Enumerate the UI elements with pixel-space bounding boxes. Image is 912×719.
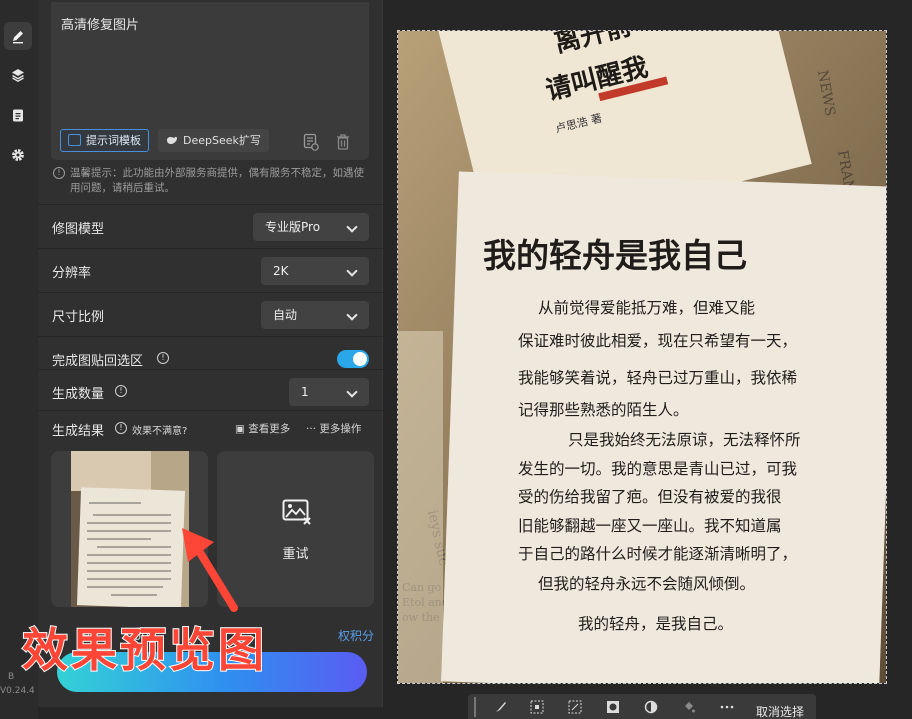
expand-icon[interactable] (568, 700, 582, 714)
chevron-down-icon (346, 309, 358, 321)
service-hint: ! 温馨提示：此功能由外部服务商提供，偶有服务不稳定，如遇使用问题，请稍后重试。 (53, 166, 368, 196)
svg-text:记得那些熟悉的陌生人。: 记得那些熟悉的陌生人。 (518, 401, 689, 419)
svg-text:只是我始终无法原谅，无法释怀所: 只是我始终无法原谅，无法释怀所 (568, 431, 801, 449)
help-icon[interactable]: ! (115, 422, 127, 434)
brush-icon[interactable] (494, 700, 508, 714)
see-more-link[interactable]: ▣ 查看更多 (235, 421, 290, 436)
layers-tool[interactable] (4, 61, 32, 89)
model-select[interactable]: 专业版Pro (253, 213, 369, 241)
layers-icon (12, 69, 24, 83)
svg-text:我的轻舟，是我自己。: 我的轻舟，是我自己。 (578, 615, 733, 633)
trash-icon[interactable] (335, 133, 351, 151)
svg-text:保证难时彼此相爱，现在只希望有一天，: 保证难时彼此相爱，现在只希望有一天， (518, 332, 797, 350)
deepseek-whale-icon (167, 136, 177, 144)
resolution-select[interactable]: 2K (261, 257, 369, 285)
help-icon[interactable]: ! (115, 385, 127, 397)
cancel-selection-button[interactable]: 取消选择 (756, 703, 804, 719)
warning-icon: ! (53, 167, 65, 179)
svg-text:发生的一切。我的意思是青山已过，可我: 发生的一切。我的意思是青山已过，可我 (518, 459, 797, 478)
toggle-knob (353, 352, 367, 366)
svg-text:旧能够翻越一座又一座山。我不知道属: 旧能够翻越一座又一座山。我不知道属 (518, 517, 782, 535)
prompt-textarea[interactable]: 高清修复图片 提示词模板 DeepSeek扩写 (51, 2, 369, 160)
app-root: B V0.24.4 高清修复图片 提示词模板 DeepSeek扩写 ! 温馨提示… (0, 0, 912, 719)
canvas-toolbar: 取消选择 (468, 694, 816, 719)
invert-icon[interactable] (644, 700, 658, 714)
count-select[interactable]: 1 (289, 378, 369, 406)
history-icon[interactable] (303, 133, 319, 151)
ratio-select[interactable]: 自动 (261, 301, 369, 329)
image-retry-icon (282, 499, 311, 525)
notes-tool[interactable] (4, 101, 32, 129)
prompt-text: 高清修复图片 (61, 18, 140, 33)
overlay-caption: 效果预览图 (21, 622, 267, 678)
points-link[interactable]: 权积分 (338, 627, 374, 644)
svg-text:于自己的路什么时候才能逐渐清晰明了，: 于自己的路什么时候才能逐渐清晰明了， (518, 545, 797, 563)
mask-icon[interactable] (606, 700, 620, 714)
svg-text:从前觉得爱能抵万难，但难又能: 从前觉得爱能抵万难，但难又能 (538, 299, 755, 317)
prompt-template-button[interactable]: 提示词模板 (60, 129, 149, 152)
help-icon[interactable]: ! (157, 352, 169, 364)
settings-tool[interactable] (4, 141, 32, 169)
chevron-down-icon (346, 221, 358, 233)
chevron-down-icon (346, 386, 358, 398)
canvas-image: NEWS FRAME LIVE ieys suc Can go Etol and… (398, 31, 886, 683)
more-icon[interactable] (720, 700, 734, 714)
edit-tool[interactable] (4, 22, 32, 50)
paste-back-toggle[interactable] (337, 350, 369, 368)
book-icon (68, 134, 81, 146)
svg-text:我能够笑着说，轻舟已过万重山，我依稀: 我能够笑着说，轻舟已过万重山，我依稀 (518, 369, 797, 387)
canvas-selection[interactable]: NEWS FRAME LIVE ieys suc Can go Etol and… (397, 30, 887, 684)
ratio-row: 尺寸比例 自动 (38, 292, 383, 336)
clipboard-icon (13, 109, 23, 122)
select-grid-icon[interactable] (530, 700, 544, 714)
annotation-arrow (182, 528, 238, 612)
result-header: 生成结果 ! 效果不满意? ▣ 查看更多 ··· 更多操作 (38, 410, 383, 446)
paper-title: 我的轻舟是我自己 (483, 236, 747, 275)
more-actions-link[interactable]: ··· 更多操作 (306, 421, 361, 436)
svg-text:受的伤给我留了疤。但没有被爱的我很: 受的伤给我留了疤。但没有被爱的我很 (518, 488, 782, 506)
resolution-row: 分辨率 2K (38, 248, 383, 292)
deepseek-expand-button[interactable]: DeepSeek扩写 (158, 129, 269, 152)
unsatisfied-link[interactable]: 效果不满意? (132, 422, 187, 437)
svg-text:但我的轻舟永远不会随风倾倒。: 但我的轻舟永远不会随风倾倒。 (538, 575, 755, 593)
tool-rail: B V0.24.4 (0, 0, 38, 719)
toolbar-divider (474, 697, 476, 717)
count-row: 生成数量 ! 1 (38, 369, 383, 413)
gear-icon (12, 149, 24, 161)
bucket-icon[interactable] (682, 700, 696, 714)
chevron-down-icon (346, 265, 358, 277)
pen-icon (13, 31, 23, 44)
model-row: 修图模型 专业版Pro (38, 204, 383, 248)
